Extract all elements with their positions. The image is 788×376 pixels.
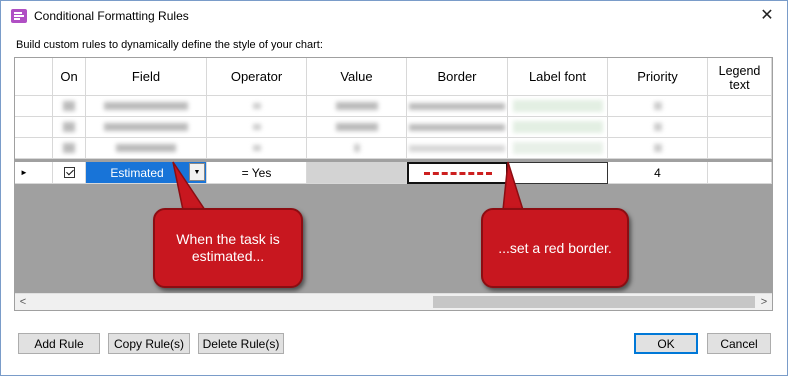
- callout-pointers: [172, 161, 525, 211]
- callout-when-estimated: When the task is estimated...: [153, 208, 303, 288]
- window-title: Conditional Formatting Rules: [34, 9, 189, 23]
- scroll-right-icon[interactable]: >: [756, 294, 772, 310]
- dialog-instructions: Build custom rules to dynamically define…: [16, 39, 323, 51]
- scrollbar-thumb[interactable]: [433, 296, 755, 308]
- horizontal-scrollbar[interactable]: < >: [15, 293, 772, 310]
- conditional-formatting-dialog: Conditional Formatting Rules ✕ Build cus…: [0, 0, 788, 376]
- close-icon[interactable]: ✕: [755, 5, 779, 27]
- callout-red-border: ...set a red border.: [481, 208, 629, 288]
- rules-grid[interactable]: On Field Operator Value Border Label fon…: [14, 57, 773, 311]
- title-bar: Conditional Formatting Rules ✕: [1, 1, 787, 31]
- rules-icon: [11, 9, 27, 23]
- ok-button[interactable]: OK: [634, 333, 698, 354]
- scroll-left-icon[interactable]: <: [15, 294, 31, 310]
- copy-rules-button[interactable]: Copy Rule(s): [108, 333, 190, 354]
- add-rule-button[interactable]: Add Rule: [18, 333, 100, 354]
- cancel-button[interactable]: Cancel: [707, 333, 771, 354]
- delete-rules-button[interactable]: Delete Rule(s): [198, 333, 284, 354]
